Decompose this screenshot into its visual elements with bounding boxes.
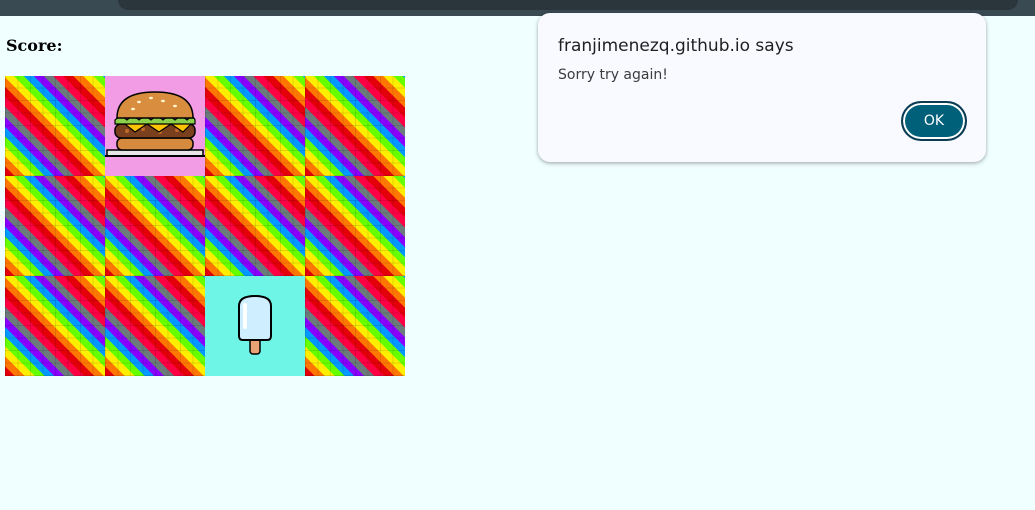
dialog-title: franjimenezq.github.io says [558,36,794,56]
card-tile-1[interactable] [5,76,105,176]
dialog-message: Sorry try again! [558,67,668,83]
card-tile-9[interactable] [5,276,105,376]
card-tile-6[interactable] [105,176,205,276]
card-tile-3[interactable] [205,76,305,176]
card-tile-12[interactable] [305,276,405,376]
popsicle-icon [238,294,272,355]
ok-button[interactable]: OK [901,101,967,141]
card-tile-7[interactable] [205,176,305,276]
address-bar[interactable] [118,0,1018,10]
burger-icon [105,91,205,157]
card-tile-8[interactable] [305,176,405,276]
card-tile-10[interactable] [105,276,205,376]
score-label: Score: [6,36,63,55]
memory-game-board [5,76,405,376]
card-tile-4[interactable] [305,76,405,176]
card-tile-2[interactable] [105,76,205,176]
card-tile-11[interactable] [205,276,305,376]
card-tile-5[interactable] [5,176,105,276]
alert-dialog: franjimenezq.github.io says Sorry try ag… [538,13,986,162]
